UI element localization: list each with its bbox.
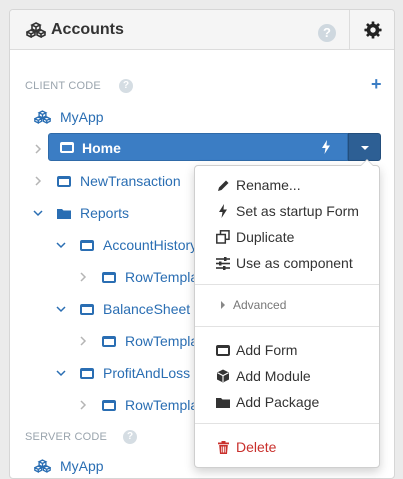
chevron-right-icon[interactable]: [78, 272, 88, 282]
app-modules-icon: [34, 459, 51, 473]
tree-item-label: BalanceSheet: [103, 301, 191, 317]
menu-item-duplicate[interactable]: Duplicate: [195, 225, 379, 249]
menu-item-advanced[interactable]: Advanced: [195, 293, 379, 317]
chevron-down-icon[interactable]: [56, 368, 66, 378]
menu-item-add-package[interactable]: Add Package: [195, 390, 379, 414]
chevron-right-icon[interactable]: [78, 400, 88, 410]
panel-header: Accounts ?: [10, 10, 394, 50]
caret-right-icon: [216, 298, 230, 312]
gear-icon: [364, 21, 382, 39]
tree-item-label: AccountHistory: [103, 237, 198, 253]
form-icon: [102, 335, 116, 347]
page-title: Accounts: [51, 21, 124, 38]
tree-item-label: NewTransaction: [80, 173, 181, 189]
chevron-down-icon[interactable]: [56, 304, 66, 314]
tree-item-profitandloss[interactable]: ProfitAndLoss: [80, 360, 190, 386]
tree-item-label: Reports: [80, 205, 130, 221]
tree-item-newtransaction[interactable]: NewTransaction: [57, 168, 181, 194]
sliders-icon: [216, 256, 230, 270]
tree-item-server-myapp[interactable]: MyApp: [34, 453, 104, 478]
bolt-icon: [216, 204, 230, 218]
menu-separator: [195, 284, 379, 285]
server-code-help-icon[interactable]: ?: [123, 430, 137, 444]
server-code-label: SERVER CODE: [25, 431, 108, 443]
cube-icon: [216, 369, 230, 383]
menu-item-rename[interactable]: Rename...: [195, 173, 379, 197]
trash-icon: [216, 440, 230, 454]
tree-item-home[interactable]: Home: [48, 133, 348, 161]
form-icon: [102, 271, 116, 283]
menu-item-delete[interactable]: Delete: [195, 435, 379, 459]
tree-item-accounthistory[interactable]: AccountHistory: [80, 232, 197, 258]
tree-item-label: ProfitAndLoss: [103, 365, 191, 381]
settings-button[interactable]: [349, 10, 394, 50]
copy-icon: [216, 230, 230, 244]
form-icon: [80, 239, 94, 251]
menu-item-add-form[interactable]: Add Form: [195, 338, 379, 362]
client-code-label: CLIENT CODE: [25, 80, 101, 92]
menu-item-add-module[interactable]: Add Module: [195, 364, 379, 388]
tree-item-label: MyApp: [60, 109, 104, 125]
help-icon[interactable]: ?: [318, 24, 336, 42]
pencil-icon: [216, 178, 230, 192]
app-modules-icon: [26, 22, 46, 38]
chevron-down-icon[interactable]: [33, 208, 43, 218]
menu-separator: [195, 423, 379, 424]
item-context-menu: Rename... Set as startup Form Duplicate …: [194, 159, 380, 468]
tree-item-reports[interactable]: Reports: [57, 200, 129, 226]
tree-item-label: MyApp: [60, 458, 104, 474]
chevron-right-icon[interactable]: [33, 176, 43, 186]
menu-item-set-startup[interactable]: Set as startup Form: [195, 199, 379, 223]
folder-icon: [216, 395, 230, 409]
folder-icon: [57, 208, 71, 219]
form-icon: [80, 367, 94, 379]
menu-separator: [195, 326, 379, 327]
form-icon: [216, 343, 230, 357]
menu-item-use-as-component[interactable]: Use as component: [195, 251, 379, 275]
item-menu-dropdown-button[interactable]: [348, 133, 381, 161]
app-modules-icon: [34, 110, 51, 124]
chevron-right-icon[interactable]: [33, 144, 43, 154]
tree-item-myapp[interactable]: MyApp: [34, 104, 104, 130]
chevron-down-icon[interactable]: [56, 240, 66, 250]
form-icon: [57, 175, 71, 187]
chevron-right-icon[interactable]: [78, 336, 88, 346]
add-client-code-button[interactable]: +: [371, 75, 382, 93]
form-icon: [60, 142, 74, 153]
tree-item-label: Home: [82, 140, 121, 156]
client-code-help-icon[interactable]: ?: [119, 79, 133, 93]
form-icon: [102, 399, 116, 411]
tree-item-balancesheet[interactable]: BalanceSheet: [80, 296, 190, 322]
form-icon: [80, 303, 94, 315]
startup-bolt-icon: [322, 140, 330, 154]
